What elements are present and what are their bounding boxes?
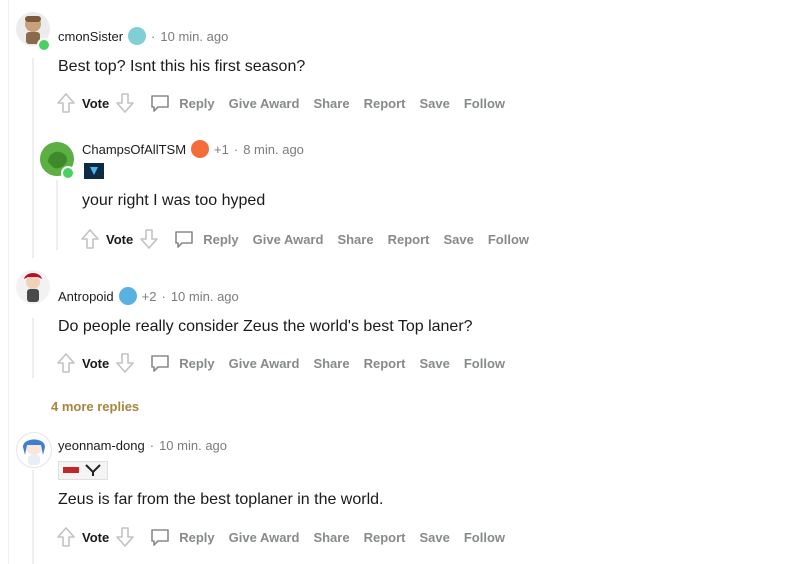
- thread-line[interactable]: [32, 470, 34, 564]
- reply-button[interactable]: Reply: [149, 527, 215, 547]
- give-award-button[interactable]: Give Award: [229, 356, 300, 371]
- save-button[interactable]: Save: [443, 232, 473, 247]
- comment-actions: Vote Reply Give Award Share Report Save …: [56, 91, 519, 115]
- avatar-image: [24, 273, 42, 302]
- downvote-arrow-icon[interactable]: [115, 526, 135, 548]
- award-count[interactable]: +1: [214, 142, 229, 157]
- comment-body: your right I was too hyped: [82, 192, 266, 209]
- separator: ·: [233, 141, 239, 157]
- report-button[interactable]: Report: [364, 356, 406, 371]
- comment-bubble-icon: [175, 231, 194, 248]
- downvote-arrow-icon[interactable]: [139, 228, 159, 250]
- give-award-button[interactable]: Give Award: [253, 232, 324, 247]
- comment-bubble-icon: [151, 355, 170, 372]
- timestamp[interactable]: 8 min. ago: [243, 142, 304, 157]
- reply-button[interactable]: Reply: [149, 93, 215, 113]
- thread-line[interactable]: [32, 318, 34, 378]
- thread-line[interactable]: [32, 58, 34, 258]
- timestamp[interactable]: 10 min. ago: [171, 289, 239, 304]
- give-award-button[interactable]: Give Award: [229, 96, 300, 111]
- username[interactable]: yeonnam-dong: [58, 438, 145, 453]
- username[interactable]: cmonSister: [58, 29, 123, 44]
- thread-line[interactable]: [56, 180, 58, 250]
- give-award-button[interactable]: Give Award: [229, 530, 300, 545]
- separator: ·: [151, 28, 156, 44]
- downvote-arrow-icon[interactable]: [115, 352, 135, 374]
- follow-button[interactable]: Follow: [488, 232, 529, 247]
- award-icon[interactable]: [128, 27, 147, 45]
- online-indicator: [61, 166, 75, 180]
- user-flair-icon: [58, 461, 108, 480]
- upvote-arrow-icon[interactable]: [56, 92, 76, 114]
- timestamp[interactable]: 10 min. ago: [159, 438, 227, 453]
- separator: ·: [149, 438, 155, 453]
- avatar[interactable]: [16, 432, 52, 468]
- online-indicator: [37, 38, 51, 52]
- comment-bubble-icon: [151, 529, 170, 546]
- vote-count: Vote: [82, 95, 110, 111]
- comment-meta: cmonSister · 10 min. ago: [58, 27, 228, 45]
- username[interactable]: ChampsOfAllTSM: [82, 142, 186, 157]
- share-button[interactable]: Share: [313, 96, 349, 111]
- comment-body: Best top? Isnt this his first season?: [58, 58, 306, 75]
- comment-body: Zeus is far from the best toplaner in th…: [58, 491, 384, 508]
- upvote-arrow-icon[interactable]: [56, 526, 76, 548]
- share-button[interactable]: Share: [313, 530, 349, 545]
- report-button[interactable]: Report: [388, 232, 430, 247]
- award-icon[interactable]: [191, 140, 210, 158]
- reply-label: Reply: [203, 231, 239, 247]
- comment-actions: Vote Reply Give Award Share Report Save …: [56, 351, 519, 375]
- follow-button[interactable]: Follow: [464, 530, 505, 545]
- award-count[interactable]: +2: [142, 289, 157, 304]
- comment-actions: Vote Reply Give Award Share Report Save …: [56, 525, 519, 549]
- user-flair-icon: [84, 163, 104, 179]
- separator: ·: [161, 288, 166, 304]
- reply-label: Reply: [179, 355, 215, 371]
- comment-meta: ChampsOfAllTSM +1 · 8 min. ago: [82, 140, 304, 158]
- timestamp[interactable]: 10 min. ago: [160, 29, 228, 44]
- report-button[interactable]: Report: [364, 530, 406, 545]
- share-button[interactable]: Share: [337, 232, 373, 247]
- award-icon[interactable]: [118, 287, 137, 305]
- share-button[interactable]: Share: [313, 356, 349, 371]
- follow-button[interactable]: Follow: [464, 356, 505, 371]
- comment-body: Do people really consider Zeus the world…: [58, 318, 473, 335]
- comment-bubble-icon: [151, 95, 170, 112]
- comment-actions: Vote Reply Give Award Share Report Save …: [80, 227, 543, 251]
- vote-count: Vote: [82, 355, 110, 371]
- reply-label: Reply: [179, 529, 215, 545]
- avatar[interactable]: [16, 270, 50, 304]
- reply-button[interactable]: Reply: [173, 229, 239, 249]
- more-replies-link[interactable]: 4 more replies: [51, 399, 139, 414]
- reply-label: Reply: [179, 95, 215, 111]
- avatar-image: [23, 439, 45, 465]
- thread-edge: [8, 0, 9, 564]
- comment-meta: yeonnam-dong · 10 min. ago: [58, 438, 227, 453]
- report-button[interactable]: Report: [364, 96, 406, 111]
- save-button[interactable]: Save: [419, 96, 449, 111]
- follow-button[interactable]: Follow: [464, 96, 505, 111]
- vote-count: Vote: [106, 231, 134, 247]
- downvote-arrow-icon[interactable]: [115, 92, 135, 114]
- save-button[interactable]: Save: [419, 530, 449, 545]
- save-button[interactable]: Save: [419, 356, 449, 371]
- vote-count: Vote: [82, 529, 110, 545]
- upvote-arrow-icon[interactable]: [56, 352, 76, 374]
- reply-button[interactable]: Reply: [149, 353, 215, 373]
- comment-meta: Antropoid +2 · 10 min. ago: [58, 287, 239, 305]
- upvote-arrow-icon[interactable]: [80, 228, 100, 250]
- username[interactable]: Antropoid: [58, 289, 114, 304]
